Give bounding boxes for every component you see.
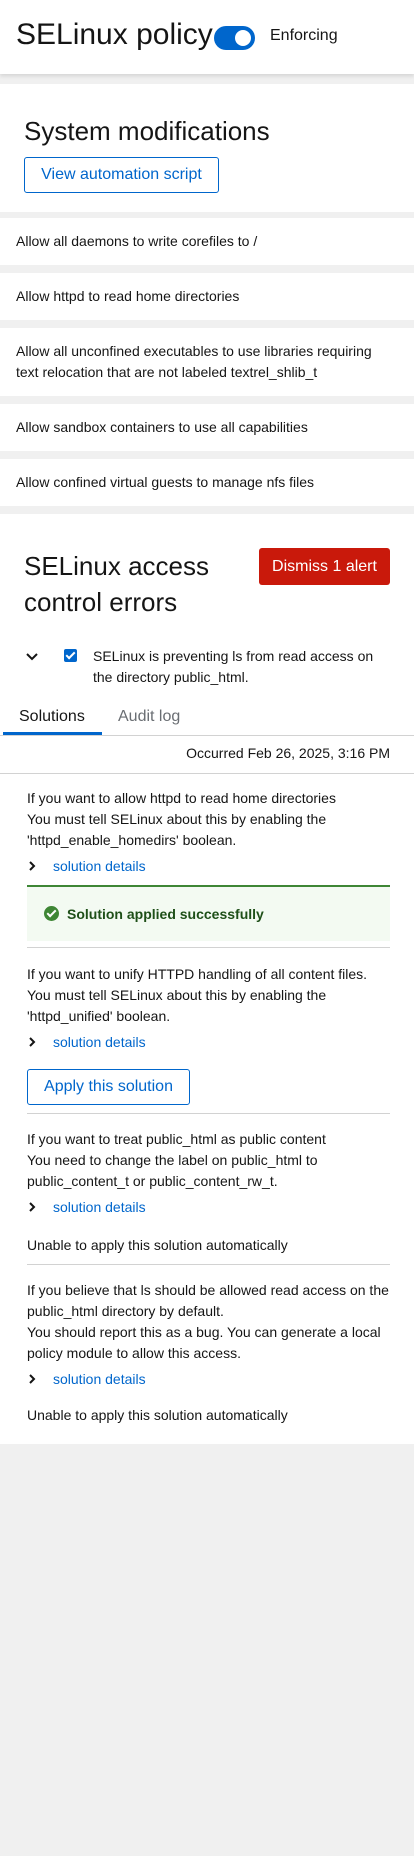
enforcing-toggle[interactable]: [214, 26, 255, 50]
solution-details-link[interactable]: solution details: [53, 1371, 146, 1387]
tabs: Solutions Audit log: [0, 700, 414, 736]
divider: [27, 1113, 390, 1114]
alert-checkbox[interactable]: [64, 649, 77, 662]
toggle-label: Enforcing: [270, 27, 338, 44]
chevron-right-icon: [27, 858, 41, 874]
chevron-right-icon: [27, 1034, 41, 1050]
solution-3-detail: You need to change the label on public_h…: [27, 1152, 318, 1189]
view-automation-script-button[interactable]: View automation script: [24, 157, 219, 193]
solution-details-link[interactable]: solution details: [53, 858, 146, 874]
occurred-timestamp: Occurred Feb 26, 2025, 3:16 PM: [186, 745, 390, 761]
divider: [0, 773, 414, 774]
solution-3-details-toggle[interactable]: solution details: [27, 1199, 146, 1215]
tab-solutions[interactable]: Solutions: [19, 708, 85, 726]
modification-item: Allow sandbox containers to use all capa…: [0, 404, 414, 451]
solution-1-intro: If you want to allow httpd to read home …: [27, 790, 336, 806]
solution-3-text: If you want to treat public_html as publ…: [27, 1129, 397, 1192]
solution-1-detail: You must tell SELinux about this by enab…: [27, 811, 327, 848]
solution-4-details-toggle[interactable]: solution details: [27, 1371, 146, 1387]
system-modifications-title: System modifications: [24, 116, 270, 146]
solution-4-text: If you believe that ls should be allowed…: [27, 1280, 397, 1364]
dismiss-alert-button[interactable]: Dismiss 1 alert: [259, 548, 390, 585]
solution-2-text: If you want to unify HTTPD handling of a…: [27, 964, 397, 1027]
chevron-down-icon[interactable]: [24, 648, 40, 664]
solution-1-details-toggle[interactable]: solution details: [27, 858, 146, 874]
page-title: SELinux policy: [16, 18, 213, 51]
solution-4-detail: You should report this as a bug. You can…: [27, 1324, 381, 1361]
success-alert: Solution applied successfully: [27, 885, 390, 941]
active-tab-indicator: [3, 732, 102, 735]
chevron-right-icon: [27, 1371, 41, 1387]
modification-item: Allow all daemons to write corefiles to …: [0, 218, 414, 265]
solution-4-intro: If you believe that ls should be allowed…: [27, 1282, 389, 1319]
solution-2-detail: You must tell SELinux about this by enab…: [27, 987, 327, 1024]
modifications-list: Allow all daemons to write corefiles to …: [0, 212, 414, 561]
divider: [27, 1264, 390, 1265]
alert-description: SELinux is preventing ls from read acces…: [93, 648, 374, 685]
success-message: Solution applied successfully: [67, 906, 264, 922]
solution-2-details-toggle[interactable]: solution details: [27, 1034, 146, 1050]
apply-solution-button[interactable]: Apply this solution: [27, 1069, 190, 1105]
page-header: SELinux policy Enforcing: [0, 0, 414, 74]
check-circle-icon: [44, 906, 59, 921]
solution-3-intro: If you want to treat public_html as publ…: [27, 1131, 326, 1147]
solution-3-status: Unable to apply this solution automatica…: [27, 1237, 288, 1253]
solution-details-link[interactable]: solution details: [53, 1199, 146, 1215]
errors-title: SELinux access control errors: [24, 551, 209, 617]
solution-details-link[interactable]: solution details: [53, 1034, 146, 1050]
divider: [27, 947, 390, 948]
chevron-right-icon: [27, 1199, 41, 1215]
tab-audit-log[interactable]: Audit log: [118, 708, 180, 726]
solution-1-text: If you want to allow httpd to read home …: [27, 788, 397, 851]
solution-2-intro: If you want to unify HTTPD handling of a…: [27, 966, 368, 982]
modification-item: Allow confined virtual guests to manage …: [0, 459, 414, 506]
solution-4-status: Unable to apply this solution automatica…: [27, 1407, 288, 1423]
modification-item: Allow httpd to read home directories: [0, 273, 414, 320]
modification-item: Allow all unconfined executables to use …: [0, 328, 414, 396]
